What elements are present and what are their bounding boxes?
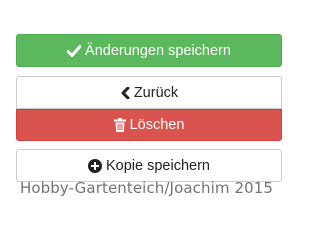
delete-button[interactable]: Löschen <box>16 109 282 141</box>
check-icon <box>67 44 82 57</box>
save-copy-label: Kopie speichern <box>106 157 210 174</box>
trash-icon <box>113 118 126 132</box>
plus-circle-icon <box>88 158 102 173</box>
save-changes-label: Änderungen speichern <box>85 42 231 59</box>
back-label: Zurück <box>133 84 179 101</box>
delete-label: Löschen <box>129 117 185 133</box>
back-button[interactable]: Zurück <box>16 76 282 109</box>
watermark-text: Hobby-Gartenteich/Joachim 2015 <box>20 179 274 197</box>
save-copy-button[interactable]: Kopie speichern <box>16 149 282 182</box>
chevron-left-icon <box>120 86 130 99</box>
save-changes-button[interactable]: Änderungen speichern <box>16 34 282 67</box>
